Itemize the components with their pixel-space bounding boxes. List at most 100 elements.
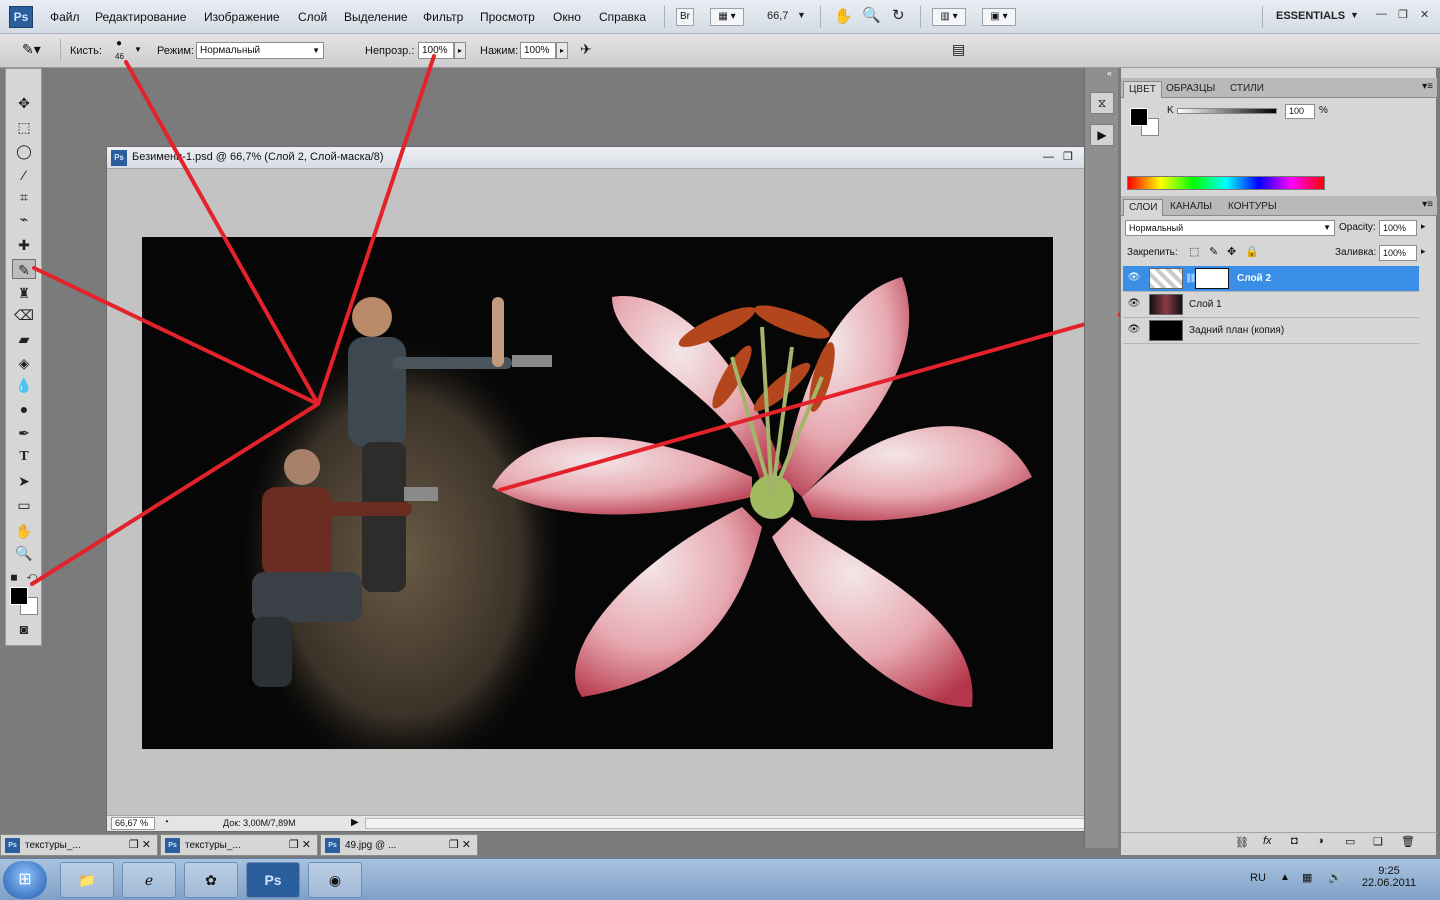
eye-icon[interactable]: 👁 [1126,298,1142,312]
brush-picker-arrow-icon[interactable]: ▼ [134,45,142,54]
eyedropper-tool-icon[interactable]: ⌁ [12,209,36,229]
layer-row[interactable]: 👁 Задний план (копия) [1123,318,1419,344]
menu-file[interactable]: Файл [50,10,80,24]
hand-tool-icon[interactable]: ✋ [12,521,36,541]
opacity-slider-arrow-icon[interactable]: ▸ [454,42,466,59]
default-colors-icon[interactable]: ◼ [8,567,20,587]
hand-icon[interactable]: ✋ [834,7,853,25]
history-panel-icon[interactable]: ⧖ [1090,92,1114,114]
doc-restore-icon[interactable]: ❐ [1063,150,1073,163]
menu-layer[interactable]: Слой [298,10,327,24]
k-slider[interactable] [1177,108,1277,114]
minimized-document[interactable]: Ps текстуры_... ❐ ✕ [160,834,318,856]
screen-mode-icon[interactable]: ▣ ▾ [982,8,1016,26]
healing-tool-icon[interactable]: ✚ [12,235,36,255]
k-value-input[interactable]: 100 [1285,104,1315,119]
airbrush-icon[interactable]: ✈ [580,41,592,58]
eye-icon[interactable]: 👁 [1126,272,1142,286]
history-brush-tool-icon[interactable]: ⌫ [12,305,36,325]
workspace-switcher[interactable]: ESSENTIALS [1276,10,1345,22]
zoom-icon[interactable]: 🔍 [862,6,881,24]
type-tool-icon[interactable]: T [12,447,36,467]
menu-image[interactable]: Изображение [204,10,280,24]
language-indicator[interactable]: RU [1250,872,1266,884]
photoshop-icon[interactable]: Ps [246,862,300,898]
tab-channels[interactable]: КАНАЛЫ [1165,199,1217,216]
document-titlebar[interactable]: Ps Безимени-1.psd @ 66,7% (Слой 2, Слой-… [107,147,1101,169]
new-layer-icon[interactable]: ❏ [1373,835,1383,848]
lock-pixels-icon[interactable]: ✎ [1209,245,1218,258]
mini-window-controls-icon[interactable]: ❐ ✕ [129,838,151,851]
actions-panel-icon[interactable]: ▶ [1090,124,1114,146]
path-select-tool-icon[interactable]: ➤ [12,471,36,491]
explorer-icon[interactable]: 📁 [60,862,114,898]
layer-style-icon[interactable]: fx [1263,835,1272,847]
zoom-dropdown-icon[interactable]: ▼ [797,10,806,20]
layer-row[interactable]: 👁 ⛓ Слой 2 [1123,266,1419,292]
swap-colors-icon[interactable]: ⤺ [26,567,38,587]
eye-icon[interactable]: 👁 [1126,324,1142,338]
menu-select[interactable]: Выделение [344,10,408,24]
brush-tool-icon[interactable]: ✎ [12,259,36,279]
tab-color[interactable]: ЦВЕТ [1123,81,1162,98]
new-group-icon[interactable]: ▭ [1345,835,1355,848]
adjustment-layer-icon[interactable]: ◑ [1317,835,1324,847]
menu-filter[interactable]: Фильтр [423,10,463,24]
brush-panel-icon[interactable]: ▤ [952,41,965,58]
blur-tool-icon[interactable]: 💧 [12,375,36,395]
horizontal-scrollbar[interactable] [365,818,1085,829]
firefox-icon[interactable]: ◉ [308,862,362,898]
color-foreground-swatch[interactable] [1130,108,1148,126]
tab-layers[interactable]: СЛОИ [1123,199,1164,216]
move-tool-icon[interactable]: ✥ [12,93,36,113]
pressure-slider-arrow-icon[interactable]: ▸ [556,42,568,59]
stamp-tool-icon[interactable]: ♜ [12,283,36,303]
shape-tool-icon[interactable]: ▭ [12,495,36,515]
panel-menu-icon[interactable]: ▾≡ [1422,81,1433,92]
pressure-input[interactable]: 100% [520,42,556,59]
doc-minimize-icon[interactable]: — [1043,151,1054,163]
pen-tool-icon[interactable]: ✒ [12,423,36,443]
minimize-icon[interactable]: — [1376,8,1387,20]
tab-swatches[interactable]: ОБРАЗЦЫ [1161,81,1220,98]
mode-select[interactable]: Нормальный ▼ [196,42,324,59]
menu-window[interactable]: Окно [553,10,581,24]
foreground-color-swatch[interactable] [10,587,28,605]
layer-mask-thumbnail[interactable] [1195,268,1229,289]
collapse-dock-icon[interactable]: « [1107,68,1112,78]
menu-view[interactable]: Просмотр [480,10,535,24]
lock-transparency-icon[interactable]: ⬚ [1189,245,1199,258]
rotate-view-icon[interactable]: ↻ [892,6,905,24]
restore-icon[interactable]: ❐ [1398,8,1408,21]
menu-edit[interactable]: Редактирование [95,10,186,24]
icq-icon[interactable]: ✿ [184,862,238,898]
delete-layer-icon[interactable]: 🗑 [1401,835,1415,848]
canvas-area[interactable] [107,169,1089,815]
color-spectrum[interactable] [1127,176,1325,190]
fill-arrow-icon[interactable]: ▸ [1421,246,1426,257]
opacity-input[interactable]: 100% [418,42,454,59]
magic-wand-tool-icon[interactable]: ⁄ [12,165,36,185]
mini-window-controls-icon[interactable]: ❐ ✕ [289,838,311,851]
status-menu-arrow-icon[interactable]: ▶ [351,817,359,828]
document-image[interactable] [142,237,1053,749]
quick-mask-icon[interactable]: ◙ [12,619,36,639]
zoom-tool-icon[interactable]: 🔍 [12,543,36,563]
mini-window-controls-icon[interactable]: ❐ ✕ [449,838,471,851]
crop-tool-icon[interactable]: ⌗ [12,187,36,207]
arrange-documents-icon[interactable]: ▥ ▾ [932,8,966,26]
marquee-tool-icon[interactable]: ⬚ [12,117,36,137]
start-button[interactable]: ⊞ [3,861,47,899]
layer-opacity-input[interactable]: 100% [1379,220,1417,236]
clock[interactable]: 9:25 22.06.2011 [1356,865,1422,889]
opacity-arrow-icon[interactable]: ▸ [1421,221,1426,232]
zoom-input[interactable]: 66,67 % [111,817,155,830]
view-extras-icon[interactable]: ▦ ▾ [710,8,744,26]
brush-preset-icon[interactable]: ✎▾ [22,41,41,58]
status-options-icon[interactable]: ◔ [163,817,169,828]
brush-tip-icon[interactable]: ● [116,38,122,49]
workspace-dropdown-icon[interactable]: ▼ [1350,10,1359,20]
fill-input[interactable]: 100% [1379,245,1417,261]
menu-help[interactable]: Справка [599,10,646,24]
ie-icon[interactable]: ℯ [122,862,176,898]
